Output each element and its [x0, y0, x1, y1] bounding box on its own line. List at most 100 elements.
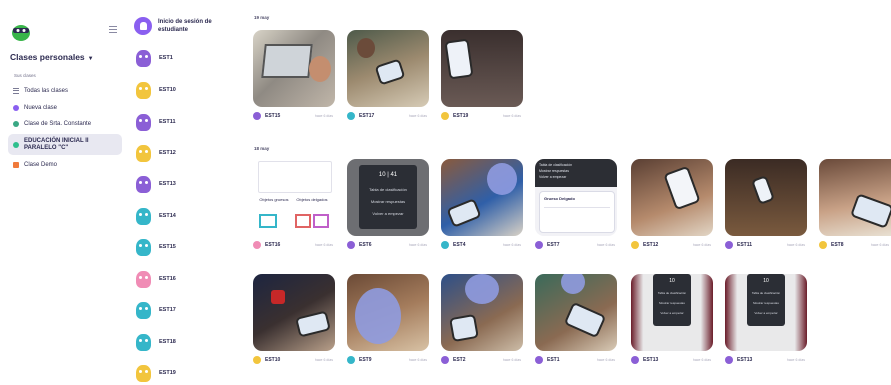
sidebar-item-label: Nueva clase: [24, 104, 58, 111]
student-name: EST16: [159, 276, 176, 282]
class-title-label: Clases personales: [10, 52, 85, 62]
post-footer: EST9 hace 6 días: [347, 354, 429, 366]
student-name: EST11: [159, 119, 176, 125]
tablet-image: [449, 313, 479, 343]
post-card[interactable]: Tabla de clasificación Mostrar respuesta…: [535, 159, 617, 236]
student-item[interactable]: EST11: [130, 110, 230, 134]
date-heading: 18 may: [254, 146, 270, 151]
blurred-face: [561, 274, 585, 294]
post-footer: EST13 hace 6 días: [631, 354, 713, 366]
post-student-name: EST12: [643, 242, 659, 248]
student-list: Inicio de sesión de estudiante EST1 EST1…: [130, 0, 230, 383]
photo-subject: [357, 38, 375, 58]
student-name: EST13: [159, 181, 176, 187]
sidebar-item-clase-srta-constante[interactable]: Clase de Srta. Constante: [8, 117, 122, 130]
sidebar-item-all-classes[interactable]: Todas las clases: [8, 84, 122, 97]
tablet-image: [663, 165, 701, 211]
blurred-face: [465, 274, 499, 304]
student-avatar-icon: [725, 356, 733, 364]
class-switcher[interactable]: Clases personales ▼: [10, 52, 94, 62]
score-value: 10: [763, 278, 769, 284]
student-item[interactable]: EST15: [130, 235, 230, 259]
sidebar-item-label: Clase Demo: [24, 161, 58, 168]
sidebar-item-label: EDUCACIÓN INICIAL II PARALELO "C": [24, 137, 89, 151]
sidebar: Clases personales ▼ Sus clases Todas las …: [0, 0, 126, 383]
post-card[interactable]: Objetos gruesos Objetos delgados: [253, 159, 335, 236]
student-avatar-icon: [136, 301, 151, 319]
sidebar-item-new-class[interactable]: Nueva clase: [8, 101, 122, 114]
sidebar-item-educacion-inicial[interactable]: EDUCACIÓN INICIAL II PARALELO "C": [8, 134, 122, 155]
post-footer: EST6 hace 6 días: [347, 239, 429, 251]
chevron-down-icon: ▼: [87, 56, 94, 62]
date-heading: 19 may: [254, 15, 270, 20]
post-time: hace 6 días: [408, 358, 427, 362]
student-avatar-icon: [347, 241, 355, 249]
results-menu-item: Tabla de clasificación: [751, 291, 781, 295]
student-item[interactable]: EST1: [130, 46, 230, 70]
blurred-face: [355, 288, 401, 344]
score-value: 10: [669, 278, 675, 284]
post-footer: EST2 hace 6 días: [441, 354, 523, 366]
student-item[interactable]: EST14: [130, 204, 230, 228]
student-avatar-icon: [253, 112, 261, 120]
post-card[interactable]: [725, 159, 807, 236]
student-avatar-icon: [535, 241, 543, 249]
student-item[interactable]: EST12: [130, 141, 230, 165]
score-value: 10: [378, 172, 386, 178]
sidebar-item-clase-demo[interactable]: Clase Demo: [8, 158, 122, 171]
sidebar-item-label: Todas las clases: [24, 87, 69, 94]
tablet-image: [563, 301, 607, 339]
class-dot-icon: [13, 120, 19, 127]
post-footer: EST16 hace 6 días: [253, 239, 335, 251]
results-menu: Tabla de clasificación Mostrar respuesta…: [535, 159, 617, 187]
post-card[interactable]: [631, 159, 713, 236]
student-avatar-icon: [819, 241, 827, 249]
student-avatar-icon: [136, 270, 151, 288]
post-time: hace 6 días: [502, 358, 521, 362]
post-card[interactable]: [441, 274, 523, 351]
post-footer: EST10 hace 6 días: [253, 354, 335, 366]
student-item[interactable]: EST19: [130, 361, 230, 385]
post-time: hace 6 días: [314, 358, 333, 362]
post-card[interactable]: 10 | 41 Tabla de clasificación Mostrar r…: [347, 159, 429, 236]
post-student-name: EST7: [547, 242, 560, 248]
post-time: hace 6 días: [314, 243, 333, 247]
post-card[interactable]: 10 Tabla de clasificación Mostrar respue…: [631, 274, 713, 351]
post-student-name: EST16: [265, 242, 281, 248]
student-item[interactable]: EST18: [130, 330, 230, 354]
section-label: Sus clases: [14, 73, 36, 78]
activity-box: [295, 214, 311, 228]
student-item[interactable]: EST10: [130, 78, 230, 102]
post-card[interactable]: [535, 274, 617, 351]
student-avatar-icon: [136, 333, 151, 351]
post-card[interactable]: [347, 274, 429, 351]
student-avatar-icon: [136, 207, 151, 225]
post-card[interactable]: [253, 30, 335, 107]
post-time: hace 6 días: [692, 243, 711, 247]
post-student-name: EST10: [265, 357, 281, 363]
post-card[interactable]: 10 Tabla de clasificación Mostrar respue…: [725, 274, 807, 351]
collapse-sidebar-icon[interactable]: [109, 26, 117, 34]
activity-box: [313, 214, 329, 228]
post-footer: EST17 hace 6 días: [347, 110, 429, 122]
post-card[interactable]: [253, 274, 335, 351]
post-footer: EST15 hace 6 días: [253, 110, 335, 122]
student-avatar-icon: [136, 364, 151, 382]
post-student-name: EST19: [453, 113, 469, 119]
post-student-name: EST11: [737, 242, 753, 248]
post-card[interactable]: [441, 159, 523, 236]
student-name: EST18: [159, 339, 176, 345]
post-card[interactable]: [819, 159, 891, 236]
tablet-image: [374, 58, 406, 86]
student-item[interactable]: EST13: [130, 172, 230, 196]
student-avatar-icon: [631, 356, 639, 364]
post-card[interactable]: [441, 30, 523, 107]
post-time: hace 6 días: [502, 114, 521, 118]
post-card[interactable]: [347, 30, 429, 107]
student-login-item[interactable]: Inicio de sesión de estudiante: [130, 14, 230, 38]
activity-label: Objetos gruesos: [259, 197, 289, 202]
student-item[interactable]: EST16: [130, 267, 230, 291]
blurred-face: [487, 163, 517, 195]
student-item[interactable]: EST17: [130, 298, 230, 322]
student-avatar-icon: [441, 112, 449, 120]
